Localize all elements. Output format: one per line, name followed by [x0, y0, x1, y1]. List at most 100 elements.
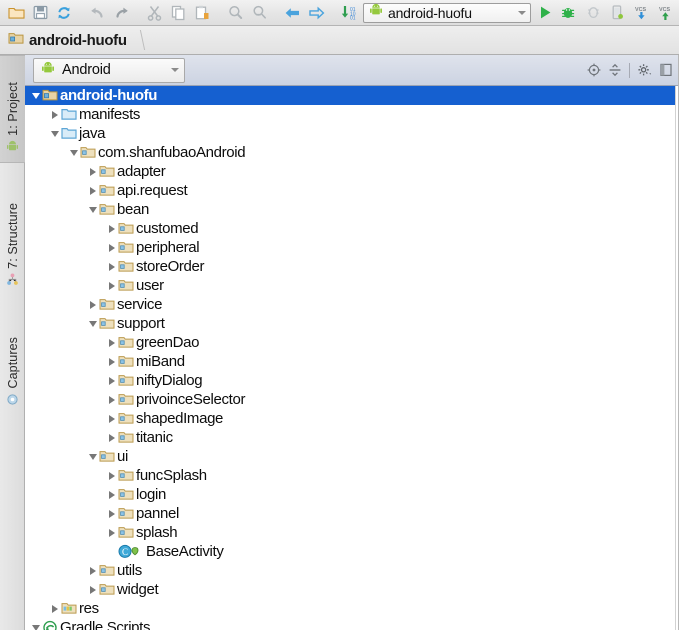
tree-row[interactable]: Gradle Scripts — [25, 618, 675, 630]
tree-row-label: bean — [117, 201, 149, 218]
chevron-down-icon[interactable] — [86, 200, 99, 219]
chevron-right-icon[interactable] — [86, 561, 99, 580]
forward-icon[interactable] — [304, 2, 328, 24]
package-folder-icon — [118, 506, 134, 522]
settings-gear-icon[interactable] — [635, 60, 654, 80]
undo-icon[interactable] — [85, 2, 109, 24]
chevron-right-icon[interactable] — [86, 580, 99, 599]
chevron-right-icon[interactable] — [105, 466, 118, 485]
attach-debugger-icon[interactable] — [581, 2, 605, 24]
chevron-right-icon[interactable] — [105, 257, 118, 276]
tree-row-label: miBand — [136, 353, 185, 370]
project-tree[interactable]: android-huofu manifests java com.shanfubaoA… — [25, 86, 675, 630]
avd-manager-icon[interactable] — [605, 2, 629, 24]
tree-row[interactable]: peripheral — [25, 238, 675, 257]
tree-row[interactable]: miBand — [25, 352, 675, 371]
back-icon[interactable] — [280, 2, 304, 24]
chevron-right-icon[interactable] — [105, 390, 118, 409]
chevron-right-icon[interactable] — [86, 181, 99, 200]
chevron-right-icon[interactable] — [105, 238, 118, 257]
vcs-update-icon[interactable]: VCS — [629, 2, 653, 24]
chevron-down-icon[interactable] — [48, 124, 61, 143]
tree-row[interactable]: pannel — [25, 504, 675, 523]
chevron-down-icon[interactable] — [171, 68, 179, 72]
chevron-right-icon[interactable] — [105, 428, 118, 447]
tree-row-label: adapter — [117, 163, 166, 180]
tree-row[interactable]: manifests — [25, 105, 675, 124]
chevron-right-icon[interactable] — [105, 333, 118, 352]
chevron-down-icon[interactable] — [518, 10, 526, 15]
copy-icon[interactable] — [166, 2, 190, 24]
vcs-commit-icon[interactable]: VCS — [653, 2, 677, 24]
tree-row[interactable]: funcSplash — [25, 466, 675, 485]
chevron-right-icon[interactable] — [105, 352, 118, 371]
chevron-right-icon[interactable] — [105, 276, 118, 295]
collapse-all-icon[interactable] — [605, 60, 624, 80]
save-all-icon[interactable] — [28, 2, 52, 24]
chevron-right-icon[interactable] — [105, 219, 118, 238]
tree-row[interactable]: user — [25, 276, 675, 295]
chevron-down-icon[interactable] — [29, 86, 42, 105]
tree-row[interactable]: com.shanfubaoAndroid — [25, 143, 675, 162]
tree-row[interactable]: storeOrder — [25, 257, 675, 276]
tree-row[interactable]: support — [25, 314, 675, 333]
tree-row[interactable]: res — [25, 599, 675, 618]
find-icon[interactable] — [223, 2, 247, 24]
paste-icon[interactable] — [190, 2, 214, 24]
tree-row-label: manifests — [79, 106, 141, 123]
replace-icon[interactable] — [247, 2, 271, 24]
chevron-right-icon[interactable] — [105, 409, 118, 428]
chevron-right-icon[interactable] — [105, 523, 118, 542]
package-folder-icon — [118, 525, 134, 541]
debug-icon[interactable] — [557, 2, 581, 24]
tree-row[interactable]: niftyDialog — [25, 371, 675, 390]
tree-row[interactable]: service — [25, 295, 675, 314]
hide-panel-icon[interactable] — [656, 60, 675, 80]
sidebar-tab-project[interactable]: 1: Project — [0, 55, 25, 163]
tree-row-label: pannel — [136, 505, 179, 522]
run-icon[interactable] — [533, 2, 557, 24]
sidebar-tab-captures[interactable]: Captures — [0, 311, 25, 415]
chevron-right-icon[interactable] — [48, 599, 61, 618]
package-folder-icon — [118, 392, 134, 408]
package-folder-icon — [99, 449, 115, 465]
tree-row[interactable]: customed — [25, 219, 675, 238]
cut-icon[interactable] — [142, 2, 166, 24]
chevron-right-icon[interactable] — [105, 371, 118, 390]
chevron-down-icon[interactable] — [86, 314, 99, 333]
tree-row[interactable]: android-huofu — [25, 86, 675, 105]
tree-row[interactable]: privoinceSelector — [25, 390, 675, 409]
tree-row[interactable]: api.request — [25, 181, 675, 200]
redo-icon[interactable] — [109, 2, 133, 24]
tree-row[interactable]: greenDao — [25, 333, 675, 352]
tree-row[interactable]: login — [25, 485, 675, 504]
tree-row[interactable]: adapter — [25, 162, 675, 181]
tree-row[interactable]: splash — [25, 523, 675, 542]
run-configuration-selector[interactable]: android-huofu — [363, 2, 531, 23]
chevron-down-icon[interactable] — [86, 447, 99, 466]
sync-gradle-icon[interactable]: 01 10 01 — [337, 2, 361, 24]
breadcrumb-item-project[interactable]: android-huofu — [8, 31, 127, 50]
chevron-right-icon[interactable] — [86, 295, 99, 314]
scroll-from-source-icon[interactable] — [584, 60, 603, 80]
tree-row[interactable]: widget — [25, 580, 675, 599]
tree-row-label: user — [136, 277, 164, 294]
tree-row[interactable]: java — [25, 124, 675, 143]
chevron-down-icon[interactable] — [29, 618, 42, 630]
chevron-right-icon[interactable] — [105, 485, 118, 504]
sidebar-tab-structure[interactable]: 7: Structure — [0, 175, 25, 295]
tree-row[interactable]: C BaseActivity — [25, 542, 675, 561]
chevron-right-icon[interactable] — [86, 162, 99, 181]
tree-row[interactable]: titanic — [25, 428, 675, 447]
tree-row[interactable]: utils — [25, 561, 675, 580]
chevron-right-icon[interactable] — [48, 105, 61, 124]
android-icon — [369, 3, 383, 22]
open-project-icon[interactable] — [4, 2, 28, 24]
project-view-selector[interactable]: Android — [33, 57, 185, 83]
chevron-right-icon[interactable] — [105, 504, 118, 523]
synchronize-icon[interactable] — [52, 2, 76, 24]
tree-row[interactable]: shapedImage — [25, 409, 675, 428]
tree-row[interactable]: bean — [25, 200, 675, 219]
tree-row[interactable]: ui — [25, 447, 675, 466]
chevron-down-icon[interactable] — [67, 143, 80, 162]
